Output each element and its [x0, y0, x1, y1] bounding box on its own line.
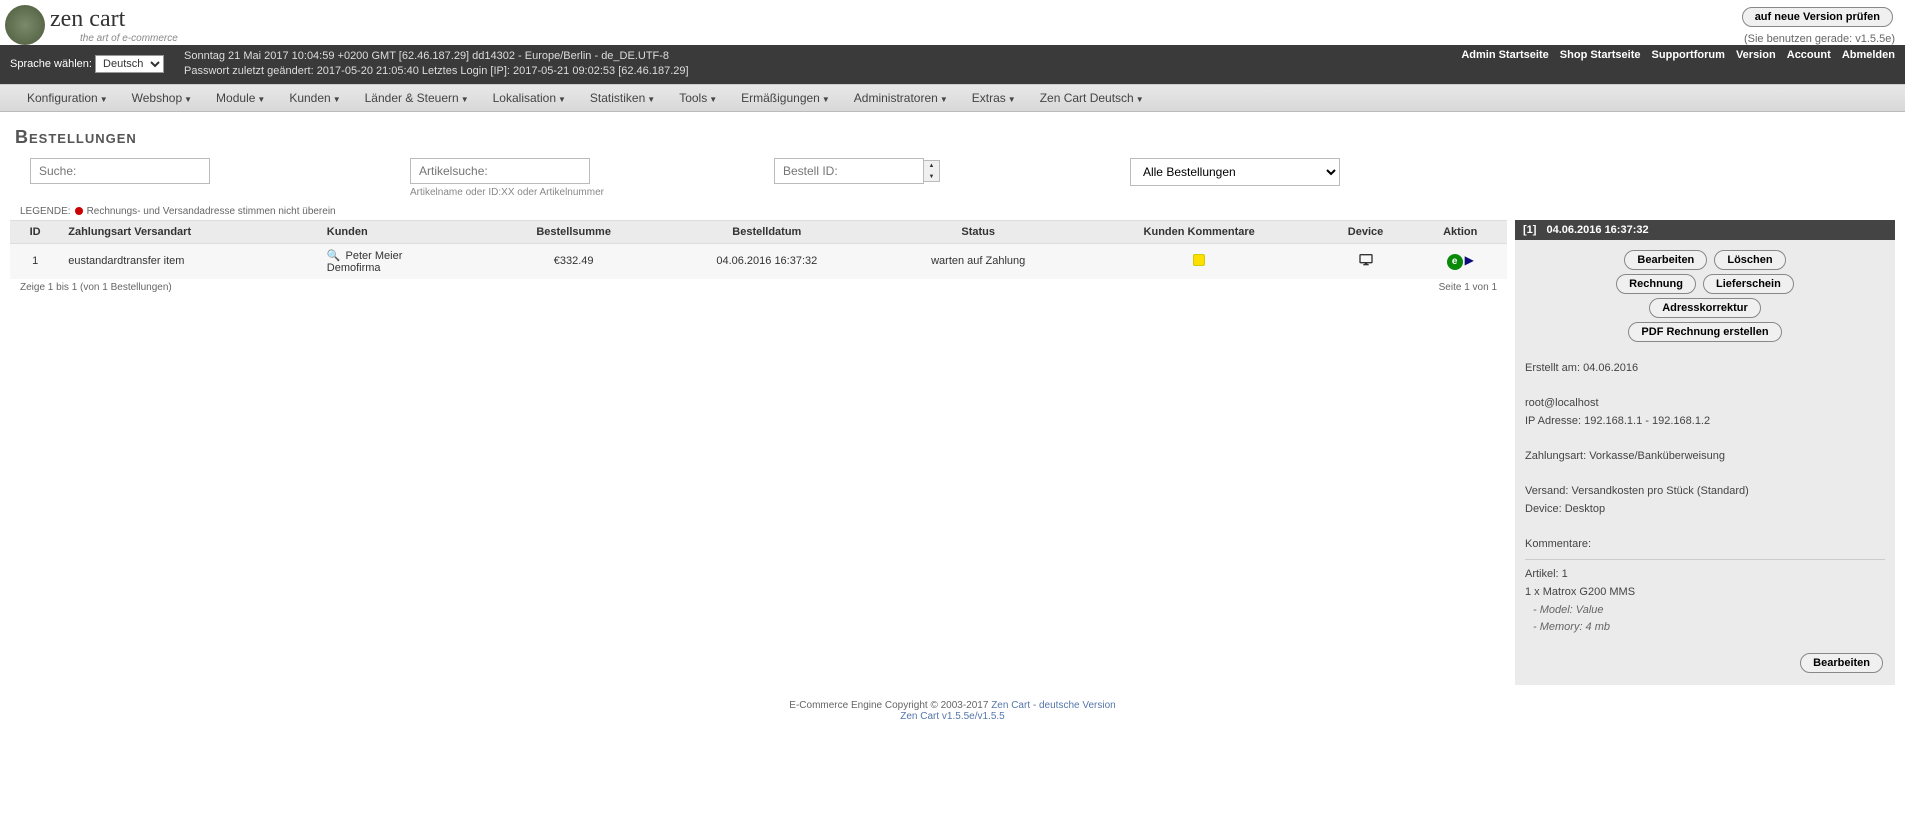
logo-icon: [5, 5, 45, 45]
table-row[interactable]: 1 eustandardtransfer item 🔍 Peter Meier …: [10, 243, 1507, 279]
check-version-button[interactable]: auf neue Version prüfen: [1742, 7, 1893, 27]
desktop-icon: [1358, 259, 1374, 271]
menu-lokalisation[interactable]: Lokalisation▼: [481, 85, 578, 111]
search-input[interactable]: [30, 158, 210, 184]
col-comments[interactable]: Kunden Kommentare: [1081, 220, 1318, 243]
logo: zen cart the art of e-commerce: [5, 5, 178, 45]
delete-button[interactable]: Löschen: [1714, 250, 1785, 270]
edit-button-bottom[interactable]: Bearbeiten: [1800, 653, 1883, 673]
menu-kunden[interactable]: Kunden▼: [277, 85, 352, 111]
link-version[interactable]: Version: [1736, 49, 1776, 61]
menu-ermaessigungen[interactable]: Ermäßigungen▼: [729, 85, 842, 111]
detail-panel: [1] 04.06.2016 16:37:32 Bearbeiten Lösch…: [1515, 220, 1895, 685]
detail-created: Erstellt am: 04.06.2016: [1525, 360, 1885, 378]
cell-comments: [1081, 243, 1318, 279]
packing-slip-button[interactable]: Lieferschein: [1703, 274, 1794, 294]
menu-webshop[interactable]: Webshop▼: [120, 85, 204, 111]
brand-name: zen cart: [50, 6, 178, 33]
info-bar: Sprache wählen: Deutsch Sonntag 21 Mai 2…: [0, 45, 1905, 84]
invoice-button[interactable]: Rechnung: [1616, 274, 1696, 294]
main-menu: Konfiguration▼ Webshop▼ Module▼ Kunden▼ …: [0, 84, 1905, 112]
footer-link-zencart[interactable]: Zen Cart: [991, 700, 1030, 711]
cell-total: €332.49: [489, 243, 658, 279]
detail-attr-1: - Model: Value: [1525, 602, 1885, 620]
detail-date: 04.06.2016 16:37:32: [1546, 224, 1648, 236]
menu-laender[interactable]: Länder & Steuern▼: [353, 85, 481, 111]
status-filter-select[interactable]: Alle Bestellungen: [1130, 158, 1340, 186]
menu-tools[interactable]: Tools▼: [667, 85, 729, 111]
footer-link-de[interactable]: deutsche Version: [1039, 700, 1116, 711]
link-account[interactable]: Account: [1787, 49, 1831, 61]
menu-zencart-deutsch[interactable]: Zen Cart Deutsch▼: [1028, 85, 1156, 111]
order-id-spinner[interactable]: ▲▼: [924, 160, 940, 182]
top-links: Admin Startseite Shop Startseite Support…: [1453, 49, 1895, 80]
footer: E-Commerce Engine Copyright © 2003-2017 …: [0, 685, 1905, 737]
pager-right: Seite 1 von 1: [1439, 282, 1497, 293]
edit-action-icon[interactable]: e: [1447, 254, 1463, 270]
menu-module[interactable]: Module▼: [204, 85, 277, 111]
cell-date: 04.06.2016 16:37:32: [658, 243, 876, 279]
magnifier-icon[interactable]: 🔍: [327, 250, 341, 262]
cell-device: [1318, 243, 1414, 279]
detail-email: root@localhost: [1525, 395, 1885, 413]
col-id[interactable]: ID: [10, 220, 60, 243]
detail-articles: Artikel: 1: [1525, 566, 1885, 584]
detail-article-line: 1 x Matrox G200 MMS: [1525, 584, 1885, 602]
col-total[interactable]: Bestellsumme: [489, 220, 658, 243]
col-customer[interactable]: Kunden: [319, 220, 490, 243]
link-supportforum[interactable]: Supportforum: [1652, 49, 1725, 61]
link-admin-home[interactable]: Admin Startseite: [1461, 49, 1548, 61]
col-date[interactable]: Bestelldatum: [658, 220, 876, 243]
link-logout[interactable]: Abmelden: [1842, 49, 1895, 61]
col-device[interactable]: Device: [1318, 220, 1414, 243]
cell-payment: eustandardtransfer item: [60, 243, 319, 279]
legend-label: LEGENDE:: [20, 206, 71, 217]
orders-table: ID Zahlungsart Versandart Kunden Bestell…: [10, 220, 1507, 279]
link-shop-home[interactable]: Shop Startseite: [1560, 49, 1641, 61]
pdf-invoice-button[interactable]: PDF Rechnung erstellen: [1628, 322, 1781, 342]
detail-payment: Zahlungsart: Vorkasse/Banküberweisung: [1525, 448, 1885, 466]
page-title: Bestellungen: [15, 127, 1905, 148]
menu-administratoren[interactable]: Administratoren▼: [842, 85, 960, 111]
cell-customer: 🔍 Peter Meier Demofirma: [319, 243, 490, 279]
col-action[interactable]: Aktion: [1413, 220, 1507, 243]
menu-statistiken[interactable]: Statistiken▼: [578, 85, 667, 111]
edit-button[interactable]: Bearbeiten: [1624, 250, 1707, 270]
comment-indicator-icon: [1193, 254, 1205, 266]
address-correction-button[interactable]: Adresskorrektur: [1649, 298, 1761, 318]
version-label: (Sie benutzen gerade: v1.5.5e): [1740, 33, 1895, 45]
legend-text: Rechnungs- und Versandadresse stimmen ni…: [87, 206, 336, 217]
detail-shipping: Versand: Versandkosten pro Stück (Standa…: [1525, 483, 1885, 501]
col-status[interactable]: Status: [876, 220, 1081, 243]
order-id-input[interactable]: [774, 158, 924, 184]
detail-id: [1]: [1523, 224, 1536, 236]
menu-konfiguration[interactable]: Konfiguration▼: [15, 85, 120, 111]
col-payment[interactable]: Zahlungsart Versandart: [60, 220, 319, 243]
legend-red-dot-icon: [75, 207, 83, 215]
server-info-2: Passwort zuletzt geändert: 2017-05-20 21…: [184, 64, 689, 79]
article-search-hint: Artikelname oder ID:XX oder Artikelnumme…: [410, 187, 604, 198]
arrow-right-icon[interactable]: ▶: [1465, 253, 1474, 267]
detail-ip: IP Adresse: 192.168.1.1 - 192.168.1.2: [1525, 413, 1885, 431]
server-info-1: Sonntag 21 Mai 2017 10:04:59 +0200 GMT […: [184, 49, 689, 64]
menu-extras[interactable]: Extras▼: [960, 85, 1028, 111]
footer-version-link[interactable]: Zen Cart v1.5.5e/v1.5.5: [900, 711, 1005, 722]
language-select[interactable]: Deutsch: [95, 55, 164, 73]
detail-comments: Kommentare:: [1525, 536, 1885, 554]
detail-attr-2: - Memory: 4 mb: [1525, 619, 1885, 637]
brand-slogan: the art of e-commerce: [80, 33, 178, 44]
cell-status: warten auf Zahlung: [876, 243, 1081, 279]
language-label: Sprache wählen:: [10, 58, 92, 70]
pager-left: Zeige 1 bis 1 (von 1 Bestellungen): [20, 282, 172, 293]
cell-id: 1: [10, 243, 60, 279]
cell-action: e▶: [1413, 243, 1507, 279]
detail-device: Device: Desktop: [1525, 501, 1885, 519]
article-search-input[interactable]: [410, 158, 590, 184]
